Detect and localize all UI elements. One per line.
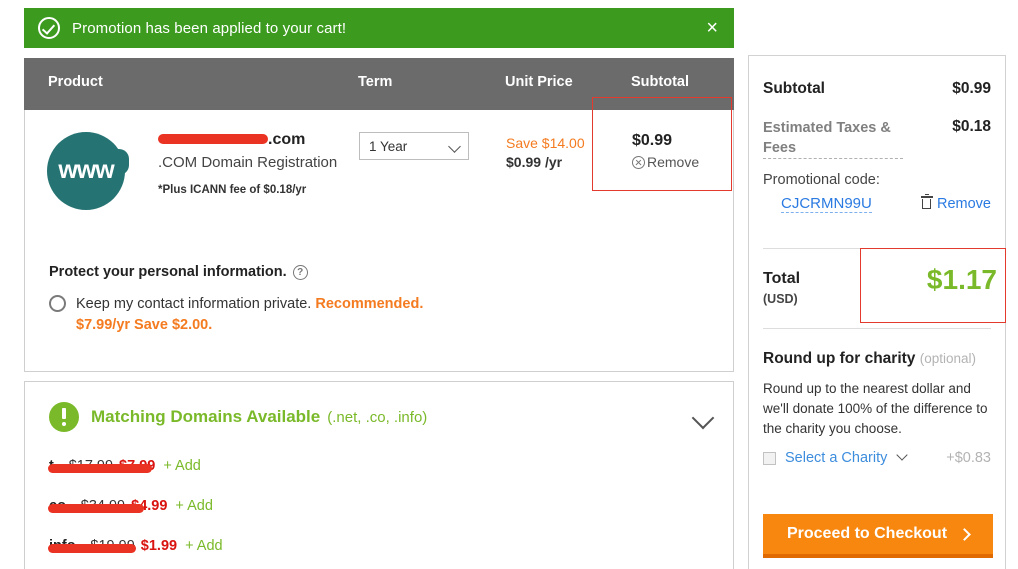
cart-page: Promotion has been applied to your cart!… <box>0 0 1018 569</box>
remove-promo-button[interactable]: Remove <box>920 193 991 212</box>
promo-code-row: CJCRMN99U Remove <box>763 193 991 213</box>
checkout-button-label: Proceed to Checkout <box>786 525 948 542</box>
unit-price-value: $0.99 <box>506 154 542 170</box>
divider <box>763 328 991 329</box>
add-domain-button[interactable]: + Add <box>163 458 201 474</box>
remove-promo-label: Remove <box>937 196 991 212</box>
product-domain-tld: .com <box>268 131 306 148</box>
product-description: .COM Domain Registration <box>158 154 338 171</box>
summary-subtotal-value: $0.99 <box>952 80 991 97</box>
unit-price-period: /yr <box>544 154 563 170</box>
product-domain-name: .com <box>158 131 305 149</box>
charity-optional-label: (optional) <box>919 351 977 366</box>
matching-domain-row: t - $17.99 $7.99 + Add <box>48 458 201 474</box>
matching-domain-row: info - $19.99 $1.99 + Add <box>48 538 223 554</box>
matching-domains-title: Matching Domains Available <box>91 407 321 426</box>
recommended-badge: Recommended. <box>315 296 424 312</box>
add-domain-button[interactable]: + Add <box>175 498 213 514</box>
matching-domain-name: co <box>48 498 144 514</box>
chevron-right-icon <box>958 527 971 541</box>
matching-domains-tlds: (.net, .co, .info) <box>327 408 428 426</box>
chevron-down-icon <box>448 140 461 153</box>
summary-taxes-label[interactable]: Estimated Taxes & Fees <box>763 118 903 159</box>
product-subtotal: $0.99 <box>632 132 673 149</box>
chevron-down-icon[interactable] <box>896 449 909 461</box>
summary-total-label: Total <box>763 270 801 287</box>
summary-subtotal-row: Subtotal $0.99 <box>763 80 991 98</box>
charity-select-row: Select a Charity +$0.83 <box>763 449 991 466</box>
summary-total-value: $1.17 <box>926 264 997 295</box>
radio-button[interactable] <box>49 295 66 312</box>
cart-item-row: www .com .COM Domain Registration *Plus … <box>24 110 734 467</box>
cart-table-header: Product Term Unit Price Subtotal <box>24 58 734 110</box>
charity-amount: +$0.83 <box>946 450 991 466</box>
close-icon[interactable]: × <box>706 18 718 38</box>
product-save-text: Save $14.00 <box>506 135 585 151</box>
matching-domains-panel: Matching Domains Available (.net, .co, .… <box>24 381 734 569</box>
privacy-title-text: Protect your personal information. <box>49 264 287 280</box>
column-header-subtotal: Subtotal <box>631 74 689 90</box>
redaction-mark <box>48 464 152 473</box>
add-domain-button[interactable]: + Add <box>185 538 223 554</box>
promo-code-value[interactable]: CJCRMN99U <box>781 195 872 213</box>
matching-domain-name: t <box>48 458 152 474</box>
question-mark-icon[interactable]: ? <box>292 264 308 280</box>
privacy-option-price: $7.99/yr Save $2.00. <box>76 317 213 333</box>
promotion-message: Promotion has been applied to your cart! <box>72 19 347 37</box>
privacy-section-title: Protect your personal information. ? <box>49 264 308 280</box>
chevron-down-icon[interactable] <box>691 406 715 430</box>
summary-total-currency: (USD) <box>763 292 798 306</box>
proceed-to-checkout-button[interactable]: Proceed to Checkout <box>763 514 993 558</box>
privacy-option-private[interactable]: Keep my contact information private. Rec… <box>49 294 423 336</box>
redaction-mark <box>158 133 268 144</box>
term-select-value: 1 Year <box>369 138 408 154</box>
matching-domain-row: co - $34.99 $4.99 + Add <box>48 498 213 514</box>
charity-section-title: Round up for charity (optional) <box>763 350 976 368</box>
promo-code-label: Promotional code: <box>763 172 880 188</box>
redaction-mark <box>48 544 136 553</box>
matching-domain-new-price: $1.99 <box>140 538 178 554</box>
www-logo-text: www <box>58 156 114 184</box>
column-header-term: Term <box>358 74 393 90</box>
term-select[interactable]: 1 Year <box>359 132 469 160</box>
trash-icon <box>920 193 933 209</box>
charity-description: Round up to the nearest dollar and we'll… <box>763 381 988 436</box>
column-header-product: Product <box>48 74 103 90</box>
order-summary-panel: Subtotal $0.99 Estimated Taxes & Fees $0… <box>748 55 1006 569</box>
column-header-unit-price: Unit Price <box>505 74 573 90</box>
divider <box>763 248 991 249</box>
exclamation-circle-icon <box>49 402 79 432</box>
promotion-banner: Promotion has been applied to your cart!… <box>24 8 734 48</box>
charity-checkbox[interactable] <box>763 451 776 465</box>
charity-title-text: Round up for charity <box>763 350 916 367</box>
summary-taxes-value: $0.18 <box>952 118 991 135</box>
product-unit-price: $0.99 /yr <box>506 154 562 170</box>
icann-fee-note: *Plus ICANN fee of $0.18/yr <box>158 184 307 196</box>
redaction-mark <box>48 504 144 513</box>
www-domain-icon: www <box>47 129 133 210</box>
privacy-option-private-label: Keep my contact information private. Rec… <box>76 296 424 333</box>
matching-domain-name: info <box>48 538 136 554</box>
check-circle-icon <box>38 17 60 39</box>
summary-taxes-row: Estimated Taxes & Fees $0.18 <box>763 118 991 159</box>
remove-item-button[interactable]: Remove <box>632 154 699 170</box>
select-charity-link[interactable]: Select a Charity <box>785 450 887 466</box>
matching-domains-header[interactable]: Matching Domains Available (.net, .co, .… <box>49 402 427 432</box>
remove-circle-icon <box>632 155 645 169</box>
remove-item-label: Remove <box>647 154 700 170</box>
summary-subtotal-label: Subtotal <box>763 80 825 97</box>
